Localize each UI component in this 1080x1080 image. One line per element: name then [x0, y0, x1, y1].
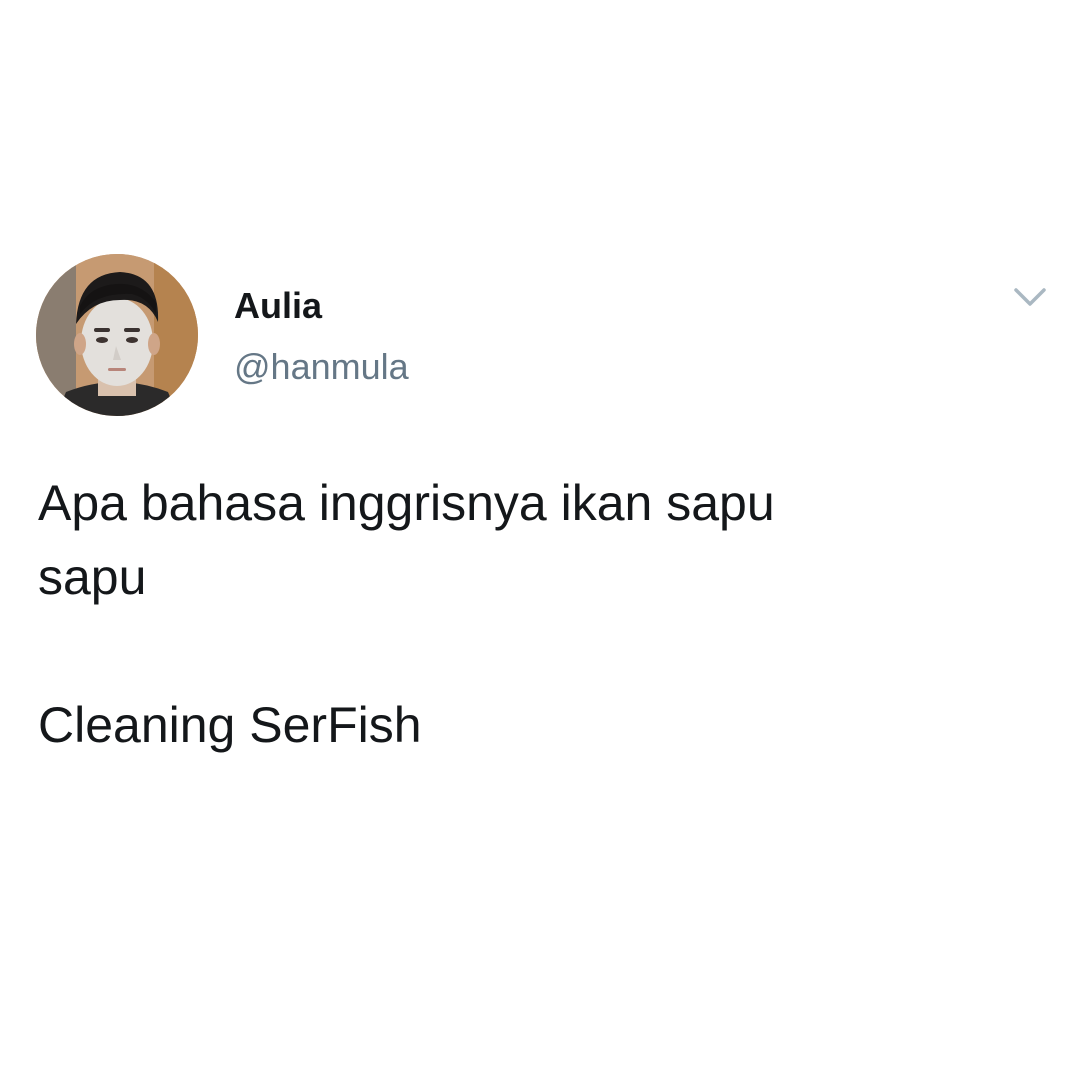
author-display-name[interactable]: Aulia [234, 284, 322, 328]
profile-photo-icon [36, 254, 198, 416]
avatar[interactable] [36, 254, 198, 416]
tweet-text-line: sapu [38, 549, 147, 605]
tweet-text-line: Cleaning SerFish [38, 697, 422, 753]
author-handle[interactable]: @hanmula [234, 345, 409, 389]
tweet-menu-button[interactable] [1008, 282, 1052, 312]
chevron-down-icon [1014, 288, 1046, 306]
tweet-text: Apa bahasa inggrisnya ikan sapu sapu Cle… [38, 466, 1038, 762]
tweet-card: Aulia @hanmula Apa bahasa inggrisnya ika… [0, 0, 1080, 1080]
tweet-text-line: Apa bahasa inggrisnya ikan sapu [38, 475, 775, 531]
